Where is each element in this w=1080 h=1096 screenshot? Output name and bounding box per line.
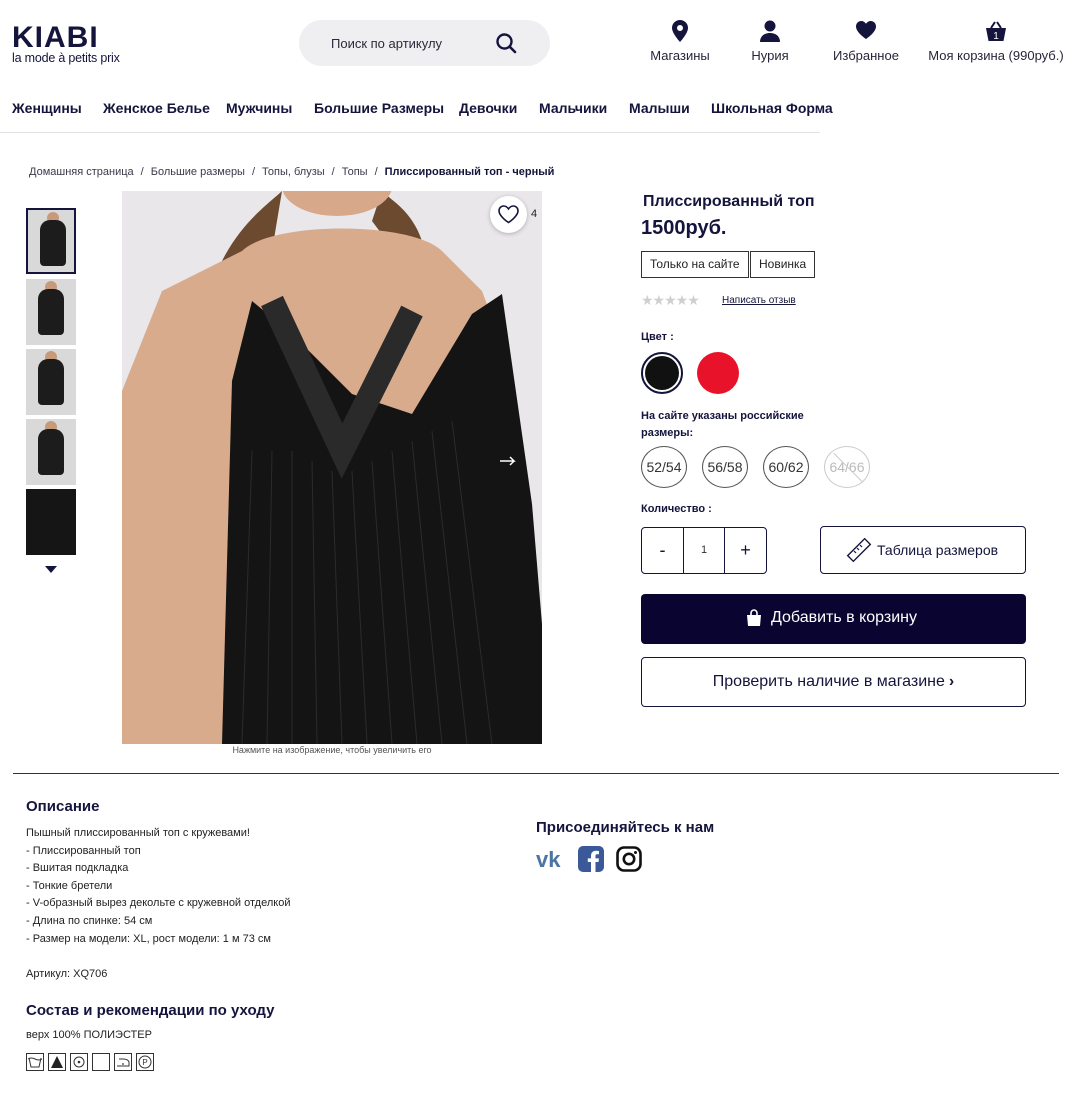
nav-plus-size[interactable]: Большие Размеры <box>314 100 444 116</box>
vk-icon[interactable]: vk <box>536 848 566 870</box>
cart-link[interactable]: 1 Моя корзина (990руб.) <box>928 20 1064 63</box>
social-links: vk <box>536 846 642 872</box>
breadcrumb-home[interactable]: Домашняя страница <box>29 166 134 178</box>
qty-value[interactable]: 1 <box>683 528 725 573</box>
size-option-56-58[interactable]: 56/58 <box>702 446 748 488</box>
size-table-button[interactable]: Таблица размеров <box>820 526 1026 574</box>
size-option-64-66: 64/66 <box>824 446 870 488</box>
iron-icon <box>114 1053 132 1071</box>
nav-men[interactable]: Мужчины <box>226 100 292 116</box>
account-link[interactable]: Нурия <box>746 20 794 63</box>
description-title: Описание <box>26 798 100 815</box>
care-icons: P <box>26 1053 154 1071</box>
svg-text:P: P <box>142 1058 147 1067</box>
instagram-icon[interactable] <box>616 846 642 872</box>
logo-tagline: la mode à petits prix <box>12 51 120 65</box>
color-label: Цвет : <box>641 331 674 343</box>
nav-women[interactable]: Женщины <box>12 100 82 116</box>
ruler-icon <box>846 537 872 563</box>
section-divider <box>13 773 1059 774</box>
rating-stars: ★★★★★ <box>641 292 700 308</box>
swatch-fill-black <box>645 356 679 390</box>
size-note: На сайте указаны российские размеры: <box>641 410 804 439</box>
check-store-label: Проверить наличие в магазине <box>712 673 945 690</box>
write-review-link[interactable]: Написать отзыв <box>722 295 796 306</box>
nav-girls[interactable]: Девочки <box>459 100 517 116</box>
product-price: 1500руб. <box>641 217 727 239</box>
add-to-cart-button[interactable]: Добавить в корзину <box>641 594 1026 644</box>
composition-title: Состав и рекомендации по уходу <box>26 1002 275 1019</box>
breadcrumb-tops[interactable]: Топы <box>342 166 368 178</box>
dry-clean-icon: P <box>136 1053 154 1071</box>
size-option-60-62[interactable]: 60/62 <box>763 446 809 488</box>
size-option-52-54[interactable]: 52/54 <box>641 446 687 488</box>
tumble-dry-icon <box>70 1053 88 1071</box>
nav-babies[interactable]: Малыши <box>629 100 690 116</box>
favorite-button[interactable] <box>490 196 527 233</box>
thumbnail-1[interactable] <box>26 208 76 274</box>
search-input[interactable] <box>331 32 501 54</box>
logo-wordmark: KIABI <box>12 21 99 54</box>
chevron-down-icon[interactable] <box>45 566 57 574</box>
thumbnail-4[interactable] <box>26 419 76 485</box>
favorites-label: Избранное <box>833 48 899 63</box>
account-label: Нурия <box>751 48 789 63</box>
badge-new: Новинка <box>750 251 816 278</box>
product-photo <box>122 191 542 744</box>
size-table-label: Таблица размеров <box>877 542 999 558</box>
thumbnail-5[interactable] <box>26 489 76 555</box>
quantity-label: Количество : <box>641 503 712 515</box>
nav-lingerie[interactable]: Женское Белье <box>103 100 210 116</box>
breadcrumb: Домашняя страница / Большие размеры / Топы, … <box>29 166 555 178</box>
check-store-availability-button[interactable]: Проверить наличие в магазине › <box>641 657 1026 707</box>
quantity-stepper: - 1 + <box>641 527 767 574</box>
social-title: Присоединяйтесь к нам <box>536 819 715 836</box>
chevron-right-icon: › <box>948 673 955 690</box>
color-swatch-red[interactable] <box>697 352 739 394</box>
stores-link[interactable]: Магазины <box>646 20 714 63</box>
heart-outline-icon <box>498 205 519 224</box>
qty-plus-button[interactable]: + <box>725 528 766 573</box>
stores-label: Магазины <box>650 48 710 63</box>
search-icon[interactable] <box>495 32 517 54</box>
bleach-icon <box>48 1053 66 1071</box>
dry-icon <box>92 1053 110 1071</box>
shopping-bag-icon <box>747 609 761 626</box>
product-title: Плиссированный топ <box>643 193 815 210</box>
heart-icon <box>856 21 876 39</box>
basket-icon: 1 <box>986 21 1006 42</box>
kiabi-logo[interactable]: KIABI la mode à petits prix <box>12 21 124 65</box>
location-pin-icon <box>672 20 688 42</box>
thumbnail-2[interactable] <box>26 279 76 345</box>
badge-online-only: Только на сайте <box>641 251 749 278</box>
svg-text:vk: vk <box>536 848 561 870</box>
favorite-count: 4 <box>531 208 538 220</box>
zoom-hint: Нажмите на изображение, чтобы увеличить … <box>232 745 432 755</box>
description-text: Пышный плиссированный топ с кружевами! -… <box>26 827 291 980</box>
user-icon <box>760 20 780 42</box>
cart-label: Моя корзина (990руб.) <box>928 48 1064 63</box>
nav-boys[interactable]: Мальчики <box>539 100 607 116</box>
wash-30-icon <box>26 1053 44 1071</box>
favorites-link[interactable]: Избранное <box>830 20 902 63</box>
facebook-icon[interactable] <box>578 846 604 872</box>
main-nav: Женщины Женское Белье Мужчины Большие Ра… <box>0 92 833 133</box>
qty-minus-button[interactable]: - <box>642 528 683 573</box>
breadcrumb-tops-blouses[interactable]: Топы, блузы <box>262 166 325 178</box>
product-main-image[interactable] <box>122 191 542 744</box>
cart-count: 1 <box>993 31 999 42</box>
search-bar <box>299 20 550 66</box>
add-to-cart-label: Добавить в корзину <box>771 609 918 626</box>
nav-school-uniform[interactable]: Школьная Форма <box>711 100 833 116</box>
breadcrumb-current: Плиссированный топ - черный <box>384 166 555 178</box>
breadcrumb-plus-size[interactable]: Большие размеры <box>151 166 245 178</box>
thumbnail-3[interactable] <box>26 349 76 415</box>
color-swatch-black[interactable] <box>641 352 683 394</box>
composition-text: верх 100% ПОЛИЭСТЕР <box>26 1029 152 1041</box>
